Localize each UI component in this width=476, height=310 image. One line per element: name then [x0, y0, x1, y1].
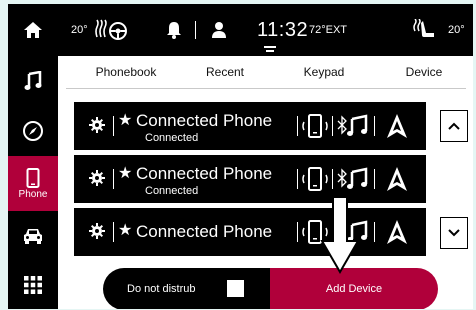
clock: 11:32 — [257, 18, 309, 41]
sidebar-item-phone[interactable]: Phone — [8, 156, 58, 211]
left-sidebar: Phone — [8, 4, 58, 309]
tabs-divider — [66, 88, 466, 89]
notification-bell-icon[interactable] — [166, 4, 182, 56]
do-not-disturb-checkbox[interactable] — [227, 280, 244, 297]
infotainment-screen: Phone 20° 11:32 72°EXT 20° Phonebook Rec… — [8, 4, 473, 309]
status-bar: 20° 11:32 72°EXT 20° — [58, 4, 473, 56]
favorite-star-icon: ★ — [118, 222, 133, 239]
sidebar-item-home[interactable] — [8, 4, 58, 56]
car-icon — [24, 229, 42, 244]
heated-seat-icon[interactable] — [413, 4, 435, 56]
sidebar-item-navigation[interactable] — [8, 106, 58, 156]
do-not-disturb-toggle[interactable]: Do not distrub — [103, 268, 271, 309]
right-temperature[interactable]: 20° — [448, 4, 465, 56]
clock-indicator — [264, 46, 276, 48]
phone-connection-icon[interactable] — [302, 114, 328, 138]
phone-icon — [26, 167, 40, 188]
row-divider — [113, 169, 114, 189]
device-name: Connected Phone — [136, 222, 273, 241]
sidebar-item-media[interactable] — [8, 56, 58, 106]
row-divider — [297, 222, 298, 242]
device-row[interactable]: ★ Connected Phone Connected — [74, 102, 426, 150]
compass-icon — [23, 121, 43, 141]
tab-device[interactable]: Device — [394, 58, 454, 86]
tab-phonebook[interactable]: Phonebook — [86, 58, 166, 86]
row-divider — [374, 169, 375, 189]
row-divider — [332, 116, 333, 136]
row-divider — [113, 222, 114, 242]
android-auto-icon[interactable] — [386, 219, 408, 245]
row-divider — [297, 169, 298, 189]
scroll-down-button[interactable] — [440, 217, 468, 249]
sidebar-item-apps[interactable] — [8, 261, 58, 309]
settings-gear-icon[interactable] — [89, 223, 105, 239]
row-divider — [297, 116, 298, 136]
row-divider — [374, 222, 375, 242]
tab-keypad[interactable]: Keypad — [291, 58, 357, 86]
user-profile-icon[interactable] — [211, 4, 227, 56]
do-not-disturb-label: Do not distrub — [127, 283, 196, 295]
device-status: Connected — [145, 185, 199, 197]
phone-connection-icon[interactable] — [302, 167, 328, 191]
android-auto-icon[interactable] — [386, 113, 408, 139]
device-name: Connected Phone — [136, 111, 273, 130]
left-temperature[interactable]: 20° — [71, 4, 88, 56]
bluetooth-audio-icon[interactable] — [337, 167, 369, 191]
settings-gear-icon[interactable] — [89, 170, 105, 186]
device-row[interactable]: ★ Connected Phone Connected — [74, 155, 426, 203]
tab-recent[interactable]: Recent — [193, 58, 257, 86]
phone-tabs: Phonebook Recent Keypad Device — [58, 58, 473, 90]
chevron-down-icon — [448, 229, 460, 237]
heated-steering-icon[interactable] — [94, 4, 128, 56]
scroll-up-button[interactable] — [440, 110, 468, 142]
settings-gear-icon[interactable] — [89, 117, 105, 133]
pointer-arrow-icon — [320, 196, 360, 274]
home-icon — [24, 22, 42, 38]
bluetooth-audio-icon[interactable] — [337, 114, 369, 138]
row-divider — [374, 116, 375, 136]
clock-indicator — [266, 50, 274, 52]
favorite-star-icon: ★ — [118, 165, 133, 182]
outside-temperature: 72°EXT — [309, 24, 348, 36]
sidebar-item-label: Phone — [18, 188, 48, 200]
music-icon — [24, 71, 42, 90]
favorite-star-icon: ★ — [118, 112, 133, 129]
add-device-button[interactable]: Add Device — [270, 268, 438, 309]
status-divider — [195, 4, 196, 56]
chevron-up-icon — [448, 122, 460, 130]
device-status: Connected — [145, 132, 199, 144]
apps-grid-icon — [24, 276, 42, 294]
row-divider — [332, 169, 333, 189]
row-divider — [113, 116, 114, 136]
android-auto-icon[interactable] — [386, 166, 408, 192]
sidebar-item-vehicle[interactable] — [8, 211, 58, 261]
device-row[interactable]: ★ Connected Phone — [74, 208, 426, 256]
device-name: Connected Phone — [136, 164, 273, 183]
